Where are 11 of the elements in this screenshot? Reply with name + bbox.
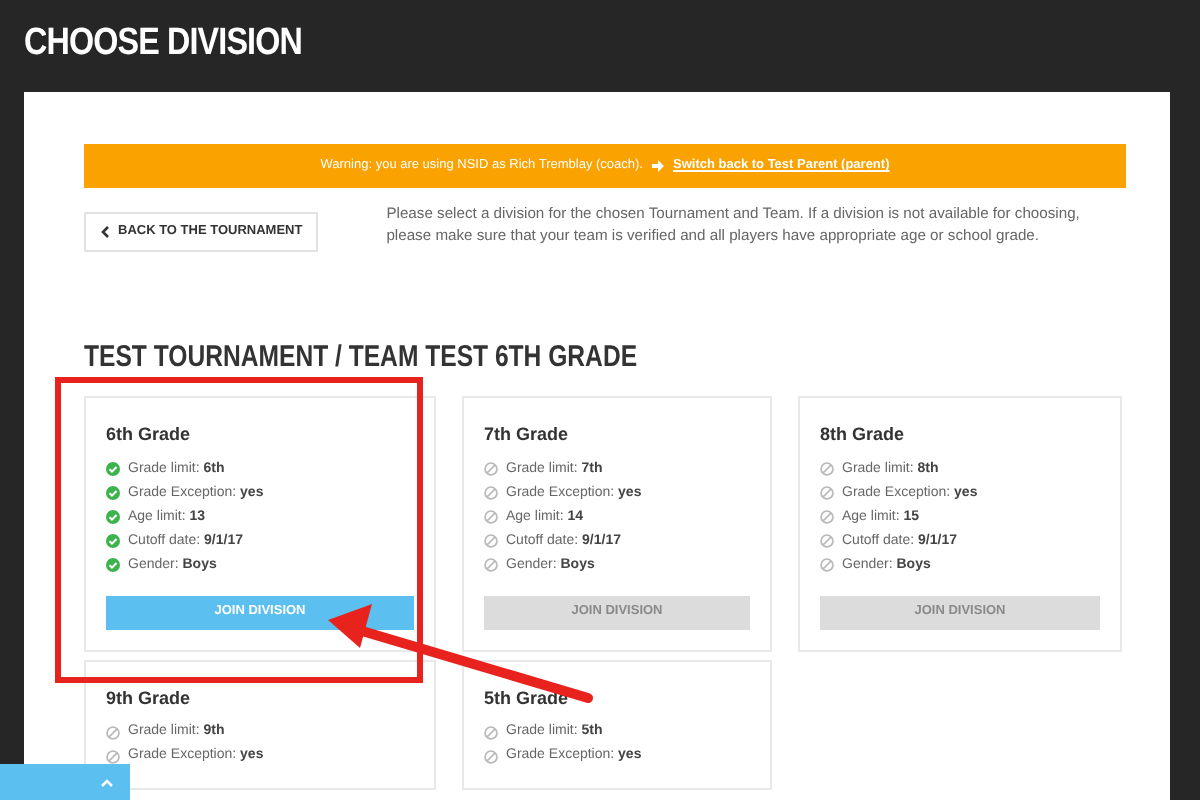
section-title: TEST TOURNAMENT / TEAM TEST 6TH GRADE <box>84 337 638 378</box>
division-name: 9th Grade <box>106 685 193 712</box>
division-name: 7th Grade <box>484 422 571 449</box>
sign-in-icon <box>651 160 665 172</box>
page-title: CHOOSE DIVISION <box>24 20 302 68</box>
division-name: 6th Grade <box>106 422 193 449</box>
chevron-up-icon <box>100 777 114 787</box>
chevron-left-icon <box>100 225 110 238</box>
division-name: 5th Grade <box>484 685 571 712</box>
scroll-up-tab[interactable] <box>0 764 130 800</box>
division-name: 8th Grade <box>820 422 907 449</box>
